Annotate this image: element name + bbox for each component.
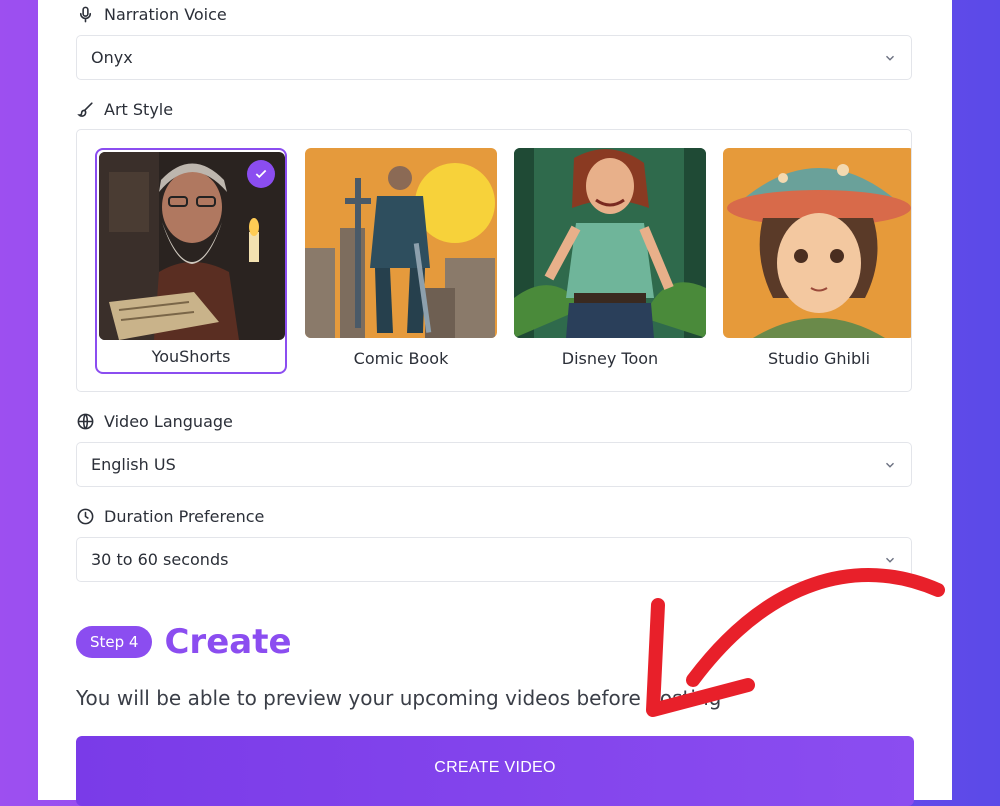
- art-style-label-text: Art Style: [104, 100, 174, 119]
- art-style-option-studio-ghibli[interactable]: Studio Ghibli: [723, 148, 911, 374]
- chevron-down-icon: [886, 462, 894, 468]
- step-title: Create: [164, 622, 292, 662]
- duration-preference-label: Duration Preference: [76, 507, 264, 526]
- narration-voice-select[interactable]: Onyx: [76, 35, 912, 80]
- art-style-option-disney-toon[interactable]: Disney Toon: [514, 148, 706, 374]
- brush-icon: [77, 102, 93, 117]
- settings-panel: Narration Voice Onyx Art Style YouShorts…: [38, 0, 952, 806]
- microphone-icon: [79, 6, 92, 23]
- comic-book-thumbnail: [305, 148, 497, 338]
- duration-preference-label-text: Duration Preference: [104, 507, 265, 526]
- selected-check-badge: [247, 160, 275, 188]
- create-video-button[interactable]: CREATE VIDEO: [76, 736, 914, 806]
- globe-icon: [77, 413, 94, 430]
- art-style-label: Art Style: [76, 100, 173, 119]
- video-language-label-text: Video Language: [104, 412, 233, 431]
- chevron-down-icon: [886, 557, 894, 563]
- art-style-option-label: Studio Ghibli: [767, 349, 871, 368]
- duration-preference-select[interactable]: 30 to 60 seconds: [76, 537, 912, 582]
- step-header: Step 4 Create: [76, 622, 292, 662]
- step-badge: Step 4: [76, 626, 153, 658]
- art-style-option-label: Disney Toon: [561, 349, 659, 368]
- video-language-value: English US: [91, 455, 176, 474]
- check-icon: [255, 169, 267, 179]
- art-style-option-label: YouShorts: [151, 347, 231, 366]
- art-style-picker: YouShorts Comic Book Disney Toon Studio …: [76, 129, 912, 392]
- studio-ghibli-thumbnail: [723, 148, 911, 338]
- narration-voice-label: Narration Voice: [76, 5, 227, 24]
- art-style-option-youshorts[interactable]: YouShorts: [95, 148, 287, 374]
- video-language-select[interactable]: English US: [76, 442, 912, 487]
- narration-voice-label-text: Narration Voice: [104, 5, 227, 24]
- art-style-option-comic-book[interactable]: Comic Book: [305, 148, 497, 374]
- video-language-label: Video Language: [76, 412, 233, 431]
- clock-icon: [77, 508, 94, 525]
- art-style-option-label: Comic Book: [353, 349, 449, 368]
- disney-toon-thumbnail: [514, 148, 706, 338]
- narration-voice-value: Onyx: [91, 48, 133, 67]
- step-description: You will be able to preview your upcomin…: [76, 686, 722, 710]
- chevron-down-icon: [886, 55, 894, 61]
- duration-preference-value: 30 to 60 seconds: [91, 550, 229, 569]
